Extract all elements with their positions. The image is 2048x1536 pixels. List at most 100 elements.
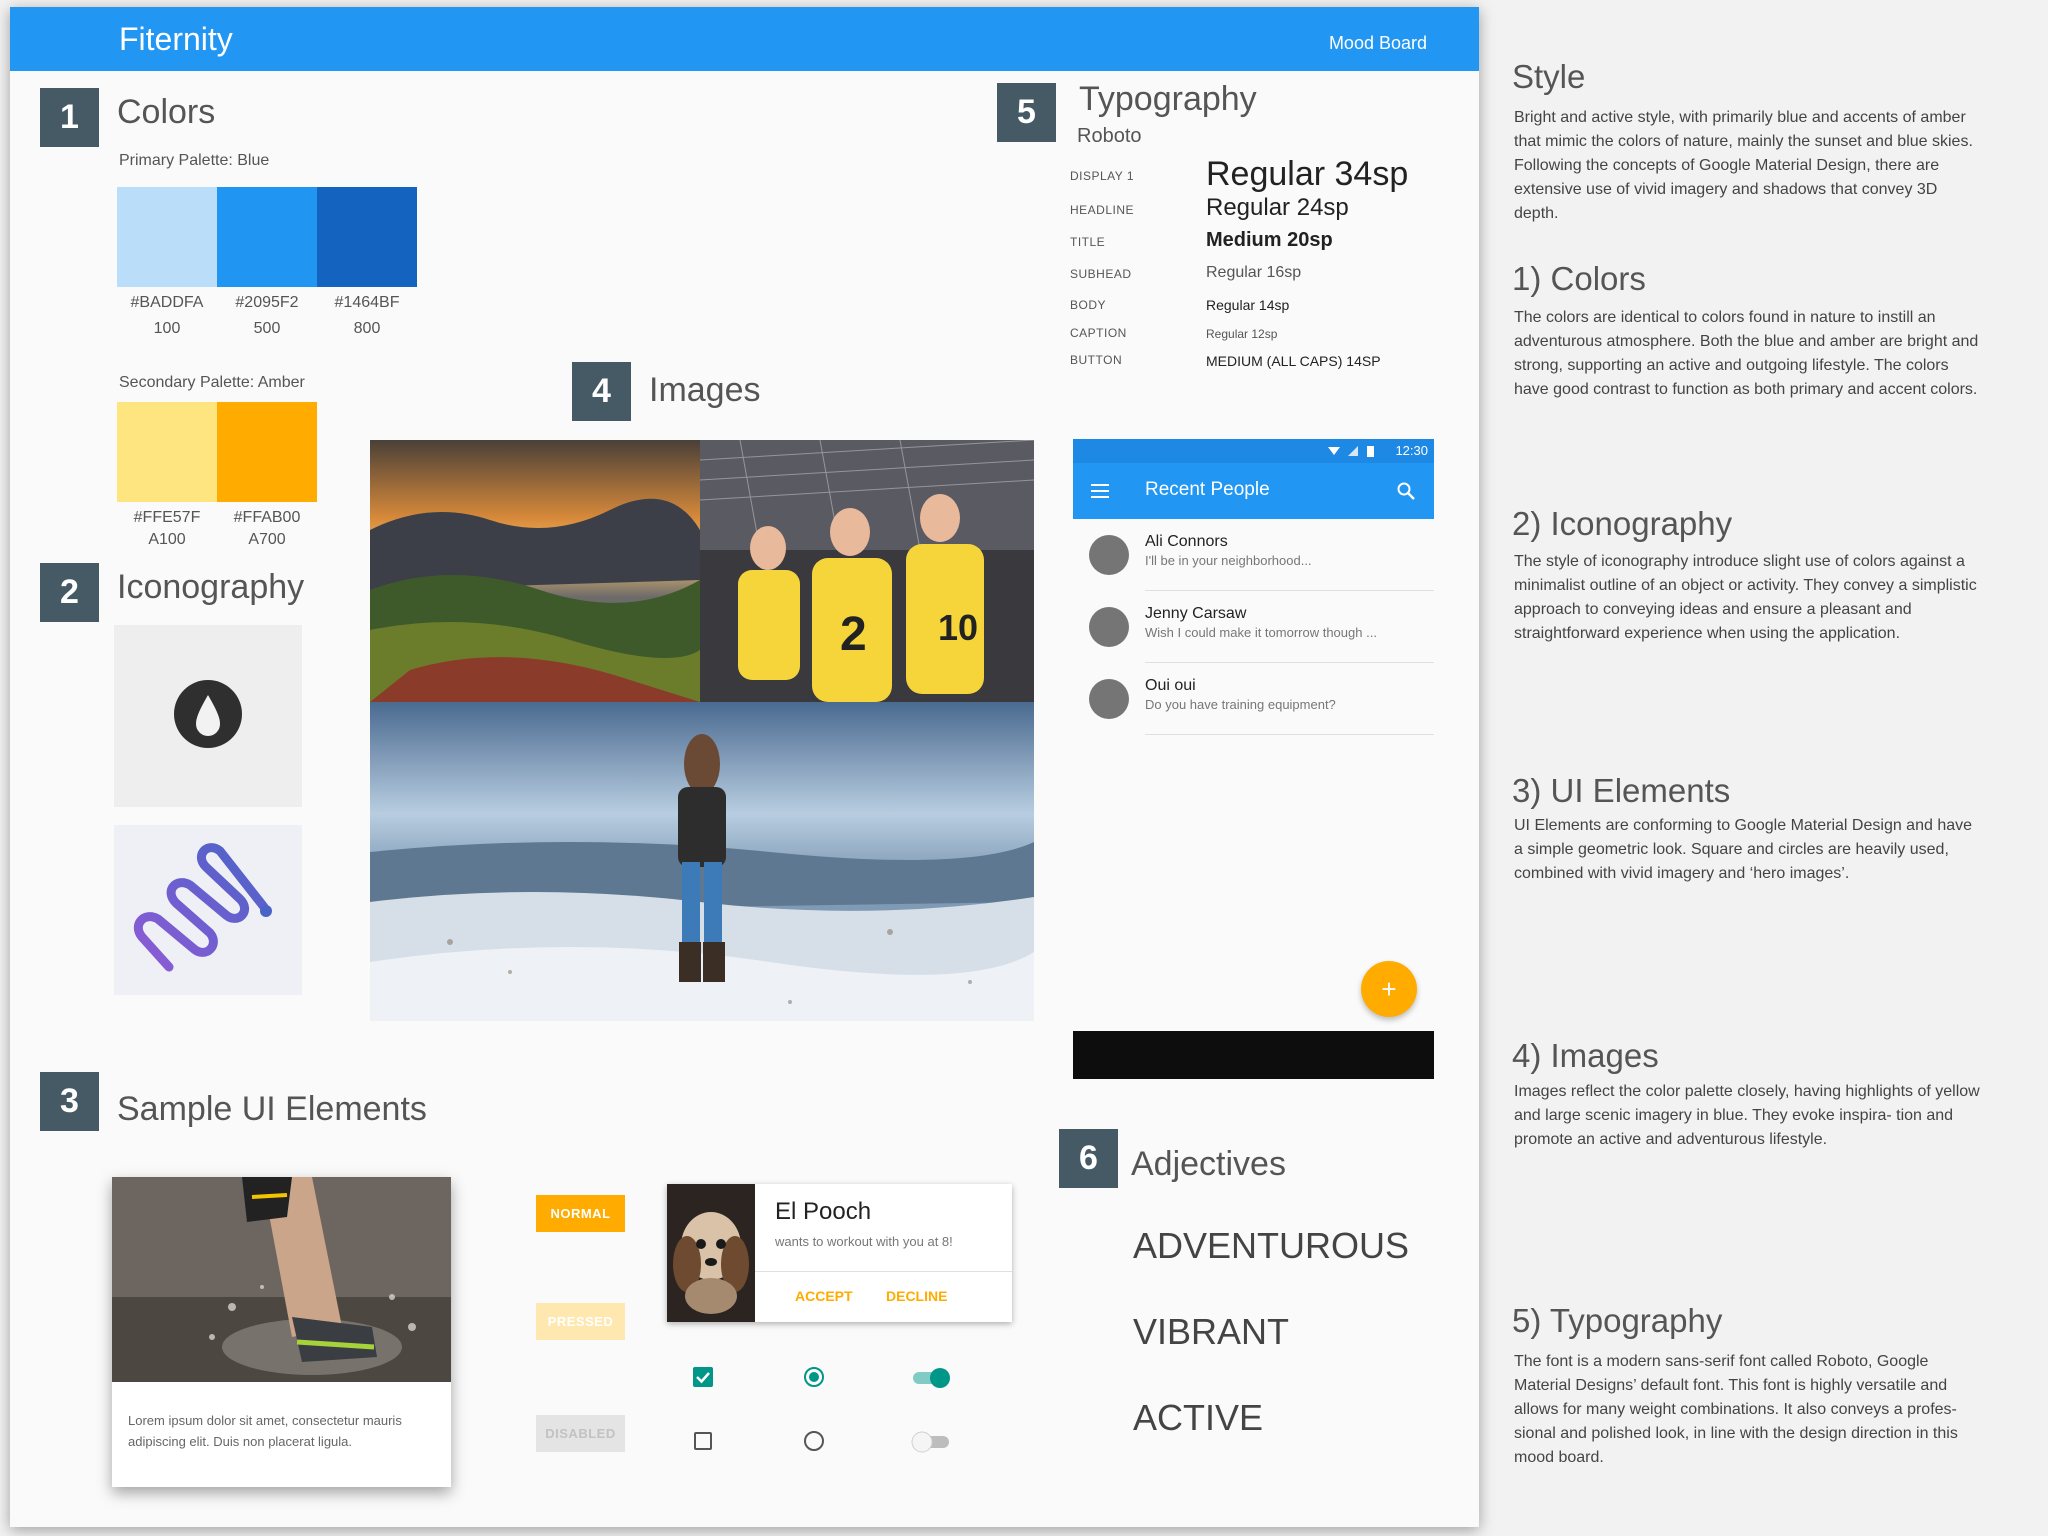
typo-label-button: BUTTON <box>1070 353 1123 367</box>
avatar <box>1089 535 1129 575</box>
person-name: Oui oui <box>1145 677 1196 694</box>
phone-toolbar: Recent People <box>1073 463 1434 519</box>
adjective-word: VIBRANT <box>1133 1311 1290 1352</box>
person-row[interactable]: Ali Connors I'll be in your neighborhood… <box>1073 519 1434 591</box>
person-name: Jenny Carsaw <box>1145 605 1247 622</box>
typo-label-title: TITLE <box>1070 235 1106 249</box>
side-heading-colors: 1) Colors <box>1512 260 1646 297</box>
decline-button[interactable]: DECLINE <box>886 1288 947 1304</box>
app-bar: Fiternity Mood Board <box>10 7 1479 71</box>
typo-label-caption: CAPTION <box>1070 326 1127 340</box>
side-heading-style: Style <box>1512 58 1586 95</box>
switch-on[interactable] <box>909 1366 953 1390</box>
shade-amber-a700: A700 <box>248 531 286 548</box>
iconography-title: Iconography <box>117 568 305 606</box>
typo-sample-subhead: Regular 16sp <box>1206 264 1302 281</box>
person-message: Wish I could make it tomorrow though ... <box>1145 625 1377 640</box>
radio-selected[interactable] <box>803 1366 825 1388</box>
snake-icon-tile <box>114 825 302 995</box>
side-text-typography: The font is a modern sans-serif font cal… <box>1514 1353 1958 1466</box>
hex-blue-800: #1464BF <box>334 294 400 311</box>
disabled-button: DISABLED <box>536 1415 625 1452</box>
person-message: I'll be in your neighborhood... <box>1145 553 1312 568</box>
add-fab-button[interactable]: + <box>1361 961 1417 1017</box>
typography-font-name: Roboto <box>1077 125 1142 147</box>
swatch-amber-a700 <box>217 402 317 502</box>
side-heading-typography: 5) Typography <box>1512 1302 1723 1339</box>
sunset-landscape-photo <box>370 440 700 702</box>
status-time: 12:30 <box>1395 443 1428 458</box>
sample-card[interactable]: Lorem ipsum dolor sit amet, consectetur … <box>112 1177 451 1487</box>
dog-avatar-photo <box>667 1184 755 1322</box>
pressed-button[interactable]: PRESSED <box>536 1303 625 1340</box>
radio-unselected[interactable] <box>803 1430 825 1452</box>
app-title: Fiternity <box>119 21 233 57</box>
water-drop-icon-tile <box>114 625 302 807</box>
side-text-ui-elements: UI Elements are conforming to Google Mat… <box>1514 817 1973 882</box>
hex-amber-a700: #FFAB00 <box>233 509 301 526</box>
side-text-iconography: The style of iconography introduce sligh… <box>1514 553 1977 642</box>
swatch-amber-a100 <box>117 402 217 502</box>
avatar <box>1089 607 1129 647</box>
accept-button[interactable]: ACCEPT <box>795 1288 853 1304</box>
checkbox-checked[interactable] <box>693 1367 713 1387</box>
typography-title: Typography <box>1079 80 1257 118</box>
typo-label-body: BODY <box>1070 298 1107 312</box>
section-number-5: 5 <box>997 83 1056 142</box>
side-text-style: Bright and active style, with primarily … <box>1514 109 1973 222</box>
side-text-colors: The colors are identical to colors found… <box>1514 309 1979 398</box>
colors-title: Colors <box>117 93 216 131</box>
typo-sample-headline: Regular 24sp <box>1206 194 1349 221</box>
section-number-6: 6 <box>1059 1129 1118 1188</box>
running-splash-photo <box>112 1177 451 1382</box>
adjective-word: ACTIVE <box>1133 1397 1264 1438</box>
hex-blue-500: #2095F2 <box>235 294 299 311</box>
side-heading-ui-elements: 3) UI Elements <box>1512 772 1731 809</box>
signal-battery-icon <box>1328 446 1374 457</box>
person-row[interactable]: Jenny Carsaw Wish I could make it tomorr… <box>1073 591 1434 663</box>
svg-text:10: 10 <box>938 607 978 648</box>
adjectives-title: Adjectives <box>1131 1145 1286 1183</box>
section-number-1: 1 <box>40 88 99 147</box>
adjective-word: ADVENTUROUS <box>1133 1225 1410 1266</box>
checkbox-unchecked[interactable] <box>693 1431 713 1451</box>
section-number-3: 3 <box>40 1072 99 1131</box>
shade-blue-500: 500 <box>253 320 281 337</box>
primary-palette-label: Primary Palette: Blue <box>119 152 270 169</box>
normal-button[interactable]: NORMAL <box>536 1195 625 1232</box>
typo-sample-display1: Regular 34sp <box>1206 155 1409 193</box>
typo-sample-button: MEDIUM (ALL CAPS) 14SP <box>1206 353 1381 369</box>
side-text-images: Images reflect the color palette closely… <box>1514 1083 1980 1148</box>
search-icon[interactable] <box>1396 481 1416 501</box>
invite-dialog: El Pooch wants to workout with you at 8!… <box>667 1184 1012 1322</box>
shade-blue-100: 100 <box>153 320 181 337</box>
card-body-text: Lorem ipsum dolor sit amet, consectetur … <box>128 1413 402 1449</box>
avatar <box>1089 679 1129 719</box>
menu-icon[interactable] <box>1091 483 1111 499</box>
svg-text:2: 2 <box>840 608 867 661</box>
row-divider <box>1145 734 1434 735</box>
typo-sample-body: Regular 14sp <box>1206 297 1290 313</box>
snake-icon <box>133 843 272 972</box>
person-message: Do you have training equipment? <box>1145 697 1336 712</box>
swatch-blue-800 <box>317 187 417 287</box>
dialog-subtitle: wants to workout with you at 8! <box>775 1234 953 1249</box>
typo-sample-title: Medium 20sp <box>1206 229 1333 251</box>
mood-board-label: Mood Board <box>1328 33 1427 53</box>
person-name: Ali Connors <box>1145 533 1228 550</box>
switch-off[interactable] <box>909 1430 953 1454</box>
dialog-divider <box>755 1271 1012 1272</box>
person-row[interactable]: Oui oui Do you have training equipment? <box>1073 663 1434 735</box>
shade-blue-800: 800 <box>353 320 381 337</box>
typo-label-display1: DISPLAY 1 <box>1070 169 1135 183</box>
toolbar-title: Recent People <box>1145 479 1270 500</box>
swatch-blue-500 <box>217 187 317 287</box>
volleyball-players-photo: 2 10 <box>700 440 1034 702</box>
sample-ui-title: Sample UI Elements <box>117 1090 427 1128</box>
section-number-4: 4 <box>572 362 631 421</box>
side-heading-iconography: 2) Iconography <box>1512 505 1733 542</box>
snowy-hiker-photo <box>370 702 1034 1021</box>
swatch-blue-100 <box>117 187 217 287</box>
status-bar: 12:30 <box>1073 439 1434 463</box>
hex-blue-100: #BADDFA <box>130 294 204 311</box>
